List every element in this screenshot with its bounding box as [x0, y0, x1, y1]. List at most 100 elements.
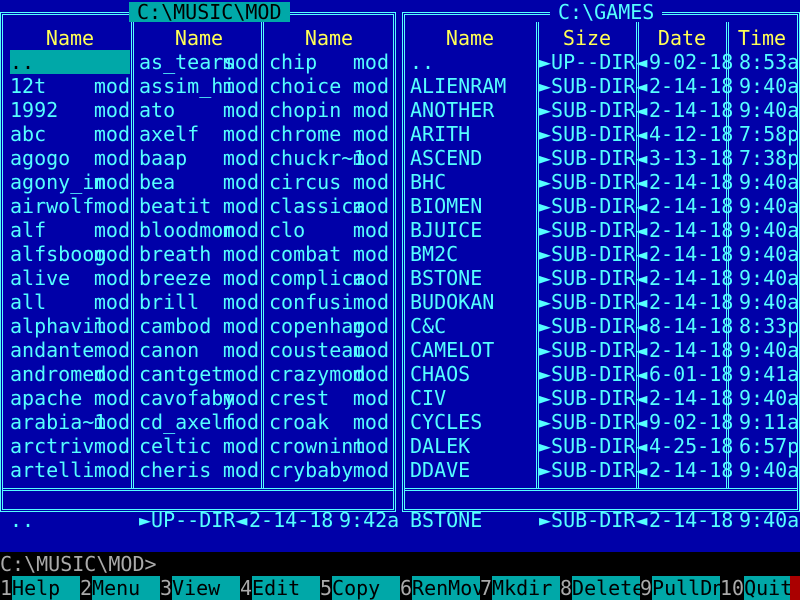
directory-row[interactable]: CIV ►SUB-DIR◄ 2-14-18 9:40a [408, 386, 799, 410]
file-item[interactable]: baap mod [139, 146, 259, 170]
fkey-5[interactable]: 5Copy [320, 576, 405, 600]
file-item[interactable]: canon mod [139, 338, 259, 362]
directory-row[interactable]: CHAOS ►SUB-DIR◄ 6-01-18 9:41a [408, 362, 799, 386]
file-item[interactable]: 12t mod [10, 74, 130, 98]
file-item[interactable]: brill mod [139, 290, 259, 314]
file-item[interactable]: breeze mod [139, 266, 259, 290]
left-status-name: .. [10, 508, 35, 532]
directory-row[interactable]: ARITH ►SUB-DIR◄ 4-12-18 7:58p [408, 122, 799, 146]
file-ext: mod [352, 194, 389, 218]
dir-size: ►SUB-DIR◄ [539, 314, 648, 338]
directory-row[interactable]: .. ►UP--DIR◄ 9-02-18 8:53a [408, 50, 799, 74]
file-item[interactable]: alfsboog mod [10, 242, 130, 266]
file-item[interactable]: axelf mod [139, 122, 259, 146]
file-item[interactable]: .. [10, 50, 130, 74]
file-item[interactable]: alive mod [10, 266, 130, 290]
fkey-4[interactable]: 4Edit [240, 576, 325, 600]
file-item[interactable]: crownint mod [269, 434, 389, 458]
directory-row[interactable]: BSTONE ►SUB-DIR◄ 2-14-18 9:40a [408, 266, 799, 290]
fkey-8[interactable]: 8Delete [560, 576, 645, 600]
file-item[interactable]: chopin mod [269, 98, 389, 122]
file-item[interactable]: bea mod [139, 170, 259, 194]
fkey-6[interactable]: 6RenMov [400, 576, 485, 600]
file-item[interactable]: croak mod [269, 410, 389, 434]
dir-size: ►SUB-DIR◄ [539, 338, 648, 362]
directory-row[interactable]: BJUICE ►SUB-DIR◄ 2-14-18 9:40a [408, 218, 799, 242]
directory-row[interactable]: ALIENRAM ►SUB-DIR◄ 2-14-18 9:40a [408, 74, 799, 98]
fkey-7[interactable]: 7Mkdir [480, 576, 565, 600]
file-item[interactable]: artelli mod [10, 458, 130, 482]
file-item[interactable]: choice mod [269, 74, 389, 98]
file-item[interactable]: combat mod [269, 242, 389, 266]
directory-row[interactable]: BHC ►SUB-DIR◄ 2-14-18 9:40a [408, 170, 799, 194]
directory-row[interactable]: DALEK ►SUB-DIR◄ 4-25-18 6:57p [408, 434, 799, 458]
file-item[interactable]: alphavil mod [10, 314, 130, 338]
file-item[interactable]: classica mod [269, 194, 389, 218]
fkey-3[interactable]: 3View [160, 576, 245, 600]
file-item[interactable]: alf mod [10, 218, 130, 242]
file-item[interactable]: abc mod [10, 122, 130, 146]
dir-size: ►SUB-DIR◄ [539, 146, 648, 170]
file-item[interactable]: chrome mod [269, 122, 389, 146]
file-item[interactable]: cheris mod [139, 458, 259, 482]
file-item[interactable]: confusi mod [269, 290, 389, 314]
file-item[interactable]: cousteau mod [269, 338, 389, 362]
file-item[interactable]: andante mod [10, 338, 130, 362]
file-item[interactable]: chip mod [269, 50, 389, 74]
file-item[interactable]: beatit mod [139, 194, 259, 218]
file-item[interactable]: cd_axelf mod [139, 410, 259, 434]
file-item[interactable]: agogo mod [10, 146, 130, 170]
file-item[interactable]: crybaby mod [269, 458, 389, 482]
file-item[interactable]: agony_in mod [10, 170, 130, 194]
fkey-2[interactable]: 2Menu [80, 576, 165, 600]
file-ext: mod [222, 290, 259, 314]
file-item[interactable]: cavofaby mod [139, 386, 259, 410]
file-item[interactable]: copenhag mod [269, 314, 389, 338]
file-item[interactable]: clo mod [269, 218, 389, 242]
directory-row[interactable]: ANOTHER ►SUB-DIR◄ 2-14-18 9:40a [408, 98, 799, 122]
file-ext: mod [222, 362, 259, 386]
fkey-9[interactable]: 9PullDn [640, 576, 725, 600]
file-name: croak [269, 410, 330, 434]
directory-row[interactable]: C&C ►SUB-DIR◄ 8-14-18 8:33p [408, 314, 799, 338]
directory-row[interactable]: BIOMEN ►SUB-DIR◄ 2-14-18 9:40a [408, 194, 799, 218]
file-item[interactable]: andromed mod [10, 362, 130, 386]
file-item[interactable]: breath mod [139, 242, 259, 266]
directory-row[interactable]: ASCEND ►SUB-DIR◄ 3-13-18 7:38p [408, 146, 799, 170]
fkey-10[interactable]: 10Quit [720, 576, 800, 600]
file-item[interactable]: crazymod mod [269, 362, 389, 386]
file-item[interactable]: 1992 mod [10, 98, 130, 122]
file-item[interactable]: chuckr~1 mod [269, 146, 389, 170]
file-ext: mod [352, 146, 389, 170]
file-item[interactable]: celtic mod [139, 434, 259, 458]
file-item[interactable]: circus mod [269, 170, 389, 194]
file-item[interactable]: bloodmon mod [139, 218, 259, 242]
file-item[interactable]: airwolf mod [10, 194, 130, 218]
dir-name: DDAVE [410, 458, 471, 482]
file-item[interactable]: as_tears mod [139, 50, 259, 74]
directory-row[interactable]: DDAVE ►SUB-DIR◄ 2-14-18 9:40a [408, 458, 799, 482]
command-line[interactable]: C:\MUSIC\MOD> [0, 552, 800, 576]
file-name: clo [269, 218, 306, 242]
fkey-label: Menu [92, 576, 165, 600]
directory-row[interactable]: CYCLES ►SUB-DIR◄ 9-02-18 9:11a [408, 410, 799, 434]
file-ext: mod [93, 266, 130, 290]
file-item[interactable]: cambod mod [139, 314, 259, 338]
file-item[interactable]: arabia~1 mod [10, 410, 130, 434]
file-item[interactable]: cantget mod [139, 362, 259, 386]
file-ext: mod [93, 98, 130, 122]
file-item[interactable]: all mod [10, 290, 130, 314]
file-item[interactable]: ato mod [139, 98, 259, 122]
file-item[interactable]: complica mod [269, 266, 389, 290]
file-item[interactable]: arctriv mod [10, 434, 130, 458]
fkey-number: 10 [720, 576, 745, 600]
fkey-1[interactable]: 1Help [0, 576, 85, 600]
directory-row[interactable]: BUDOKAN ►SUB-DIR◄ 2-14-18 9:40a [408, 290, 799, 314]
directory-row[interactable]: BM2C ►SUB-DIR◄ 2-14-18 9:40a [408, 242, 799, 266]
left-column-header-2: Name [174, 26, 224, 50]
file-ext: mod [93, 290, 130, 314]
directory-row[interactable]: CAMELOT ►SUB-DIR◄ 2-14-18 9:40a [408, 338, 799, 362]
file-item[interactable]: crest mod [269, 386, 389, 410]
file-item[interactable]: apache mod [10, 386, 130, 410]
file-item[interactable]: assim_hi mod [139, 74, 259, 98]
